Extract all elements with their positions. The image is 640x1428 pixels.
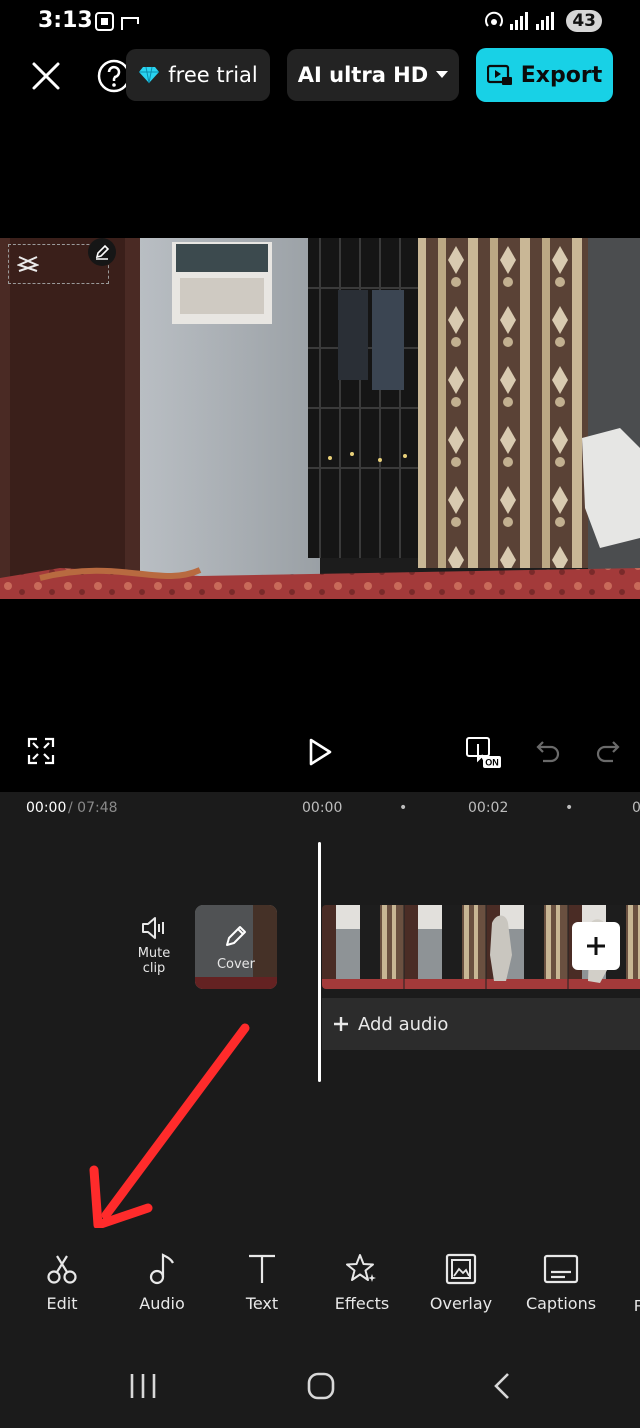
tool-text-label: Text (245, 1294, 279, 1313)
free-trial-label: free trial (168, 63, 258, 87)
cast-icon (121, 17, 139, 30)
mute-clip-button[interactable]: Mute clip (126, 916, 182, 976)
tool-captions[interactable]: Captions (511, 1252, 611, 1313)
plus-icon (587, 937, 605, 955)
quality-label: AI ultra HD (297, 63, 429, 87)
tool-captions-label: Captions (525, 1294, 597, 1313)
sparkle-star-icon (346, 1254, 376, 1282)
total-duration: / 07:48 (68, 800, 118, 816)
status-notification-icons (94, 10, 144, 39)
cover-label: Cover (216, 957, 256, 972)
undo-icon[interactable] (532, 734, 564, 768)
tool-audio[interactable]: Audio (112, 1252, 212, 1313)
ruler-mark: 00:00 (302, 800, 343, 816)
pencil-icon (226, 926, 246, 946)
tool-overlay[interactable]: Overlay (411, 1252, 511, 1313)
tool-edit-label: Edit (46, 1294, 78, 1313)
diamond-icon (139, 66, 160, 84)
ruler-mark: 00:02 (468, 800, 509, 816)
home-icon[interactable] (306, 1372, 336, 1405)
status-time: 3:13 (38, 8, 93, 33)
fullscreen-icon[interactable] (24, 734, 58, 768)
tool-edit[interactable]: Edit (12, 1252, 112, 1313)
video-frame-image (0, 238, 640, 599)
playhead[interactable] (318, 842, 321, 1082)
tool-more-partial[interactable]: F (634, 1298, 640, 1318)
text-icon (249, 1254, 275, 1283)
music-note-icon (149, 1253, 174, 1285)
add-audio-button[interactable]: Add audio (322, 998, 640, 1050)
red-arrow-annotation (89, 1023, 250, 1230)
mute-label-line2: clip (142, 961, 166, 976)
ruler-dot: • (399, 800, 408, 816)
add-clip-button[interactable] (572, 922, 620, 970)
scissors-icon (47, 1255, 77, 1284)
current-time: 00:00 (26, 800, 67, 816)
quality-dropdown[interactable]: AI ultra HD (287, 49, 459, 101)
free-trial-button[interactable]: free trial (126, 49, 270, 101)
ruler-mark-partial: 0 (632, 800, 640, 816)
captions-icon (543, 1254, 579, 1284)
close-icon[interactable] (26, 56, 66, 101)
tool-text[interactable]: Text (212, 1252, 312, 1313)
ruler-dot: • (565, 800, 574, 816)
back-icon[interactable] (490, 1372, 514, 1405)
tool-effects-label: Effects (334, 1294, 390, 1313)
speaker-icon (142, 917, 164, 939)
keyframe-toggle-icon[interactable]: ON (462, 732, 504, 772)
tool-overlay-label: Overlay (429, 1294, 493, 1313)
svg-text:ON: ON (485, 758, 499, 768)
caret-down-icon (436, 71, 449, 78)
edit-watermark-icon[interactable] (88, 238, 116, 266)
export-label: Export (520, 62, 603, 88)
capcut-logo-icon (17, 256, 39, 272)
add-audio-label: Add audio (358, 1013, 449, 1035)
overlay-image-icon (445, 1253, 477, 1285)
video-preview[interactable] (0, 238, 640, 599)
cover-button[interactable]: Cover (195, 905, 277, 989)
recents-icon[interactable] (128, 1372, 158, 1405)
signal-icon (485, 11, 555, 30)
export-video-icon (486, 64, 512, 85)
mute-label-line1: Mute (137, 946, 171, 961)
play-icon[interactable] (300, 732, 340, 772)
redo-icon[interactable] (592, 734, 624, 768)
plus-icon (334, 1017, 348, 1031)
export-button[interactable]: Export (476, 48, 613, 102)
status-right-group: 43 (484, 10, 602, 32)
tool-effects[interactable]: Effects (312, 1252, 412, 1313)
tool-audio-label: Audio (139, 1294, 185, 1313)
battery-indicator: 43 (566, 10, 602, 32)
